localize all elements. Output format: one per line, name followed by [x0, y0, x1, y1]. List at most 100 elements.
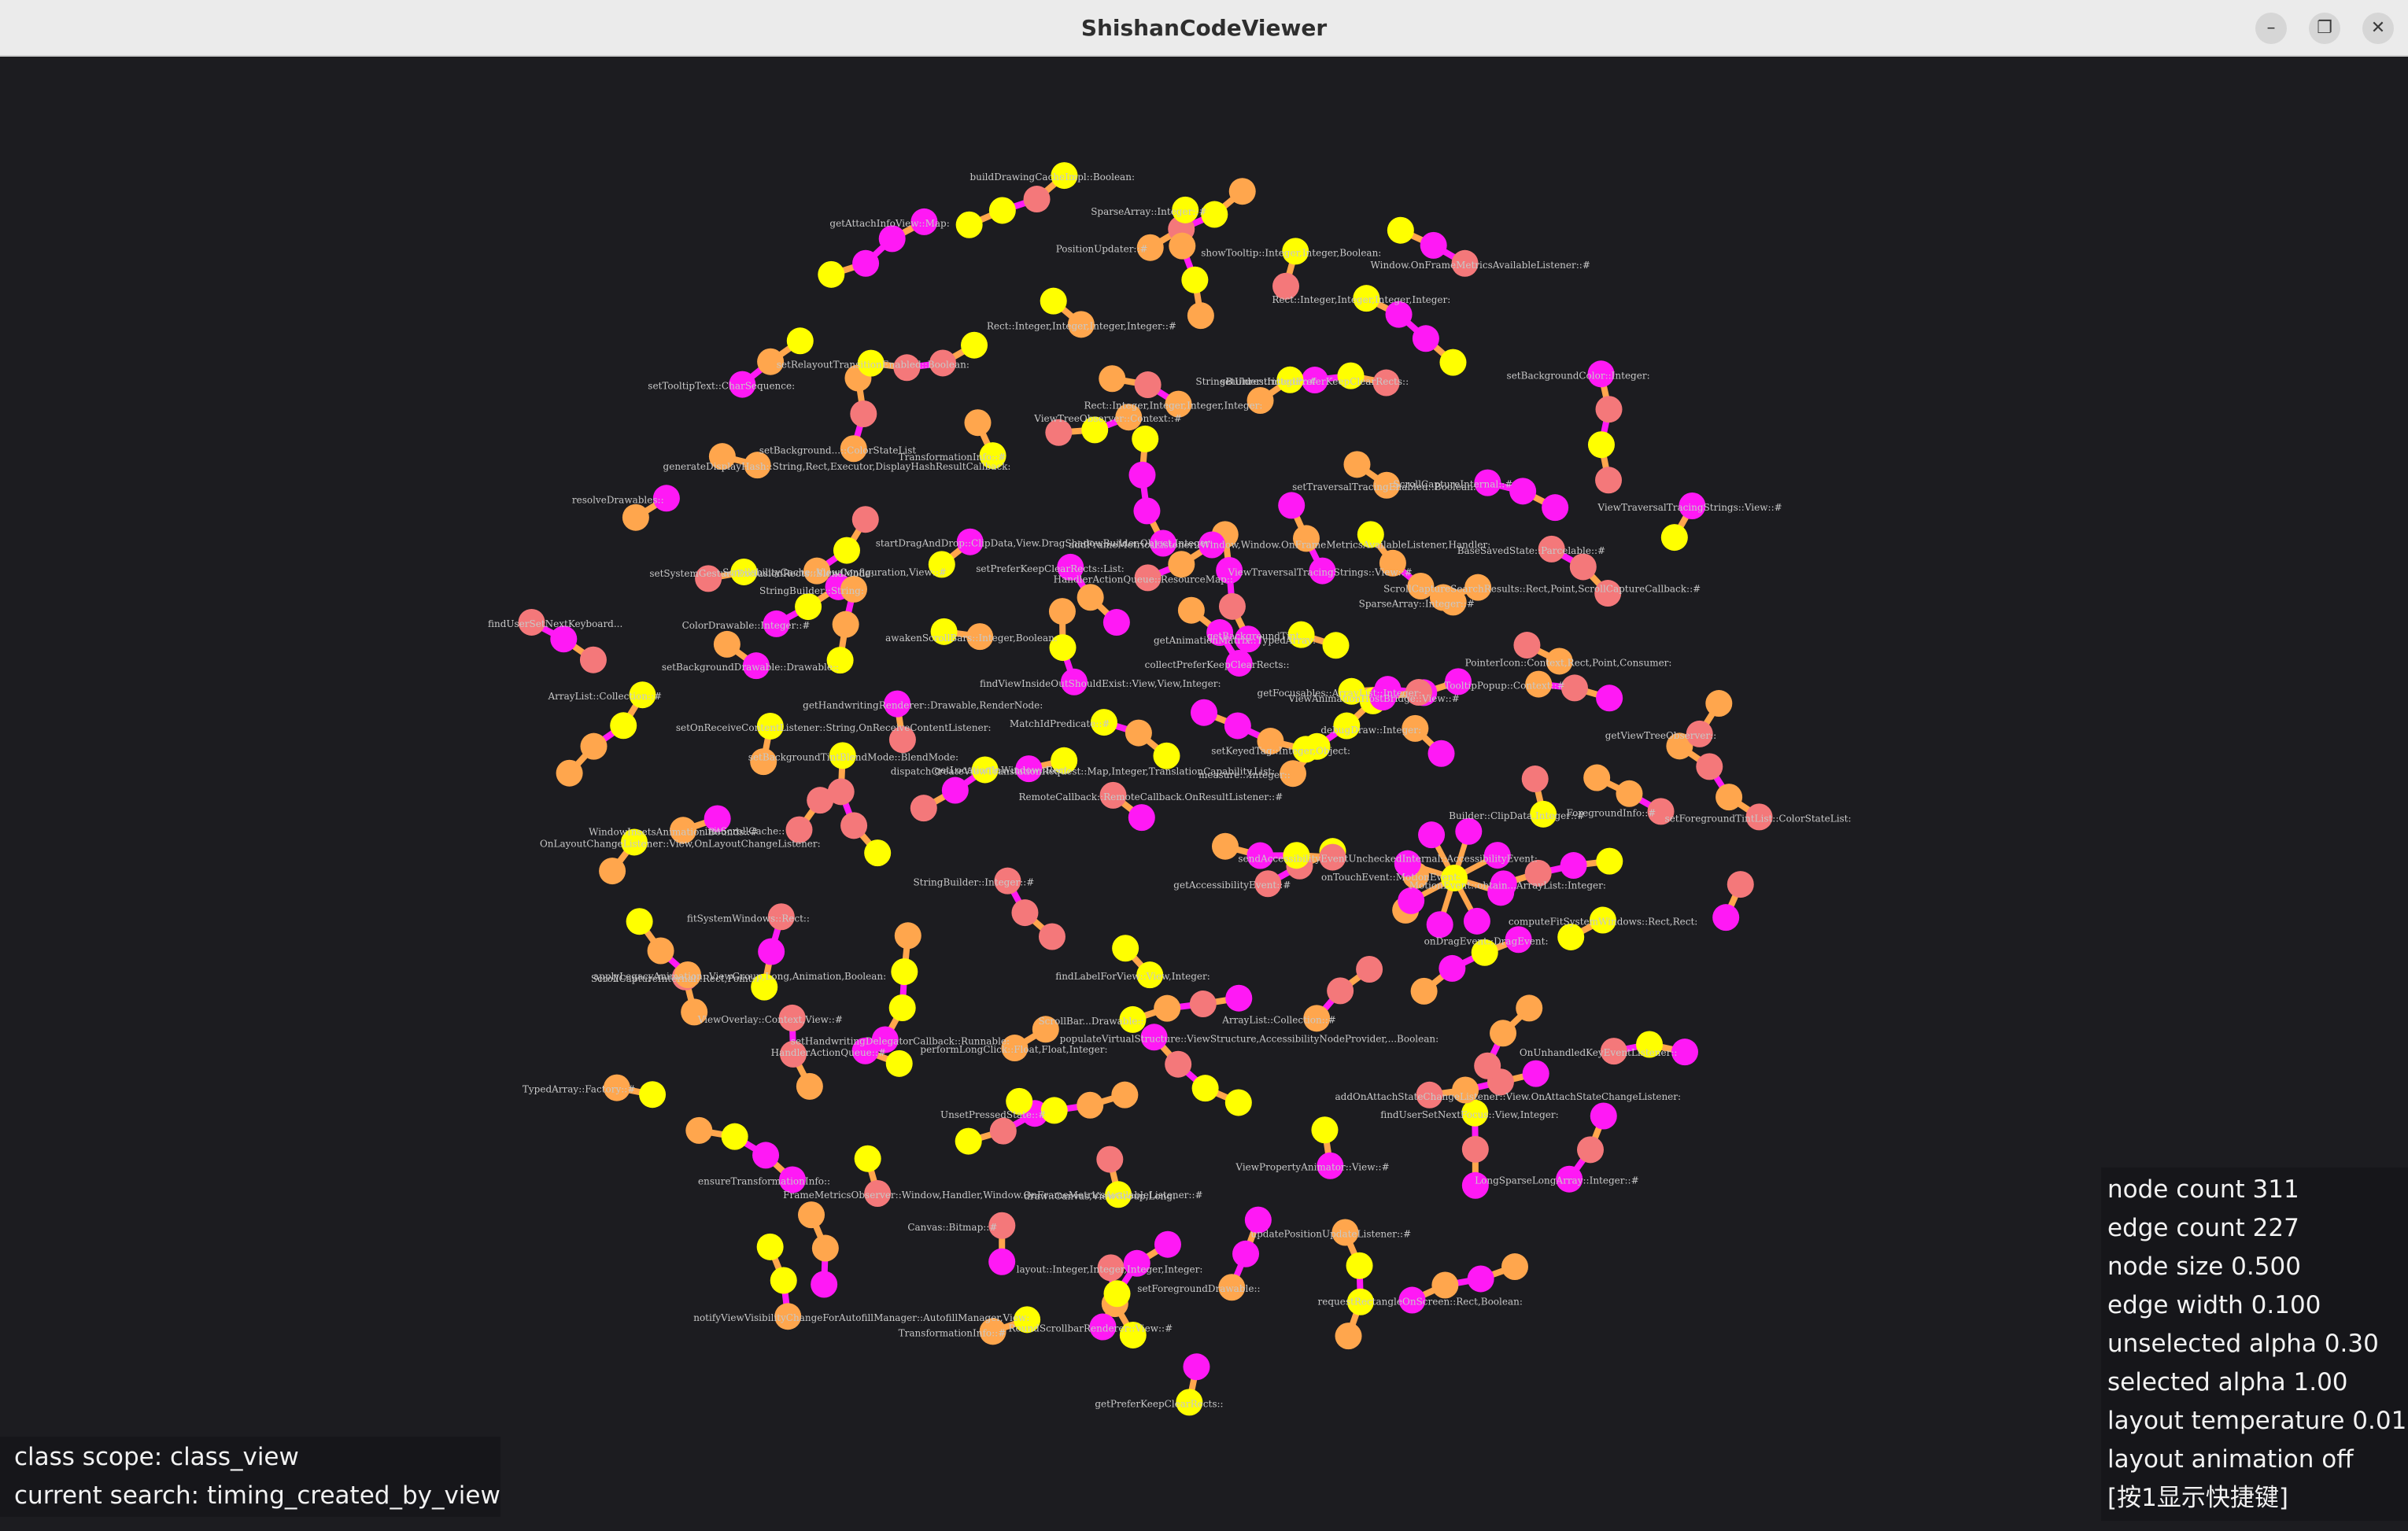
graph-node[interactable]: [1211, 832, 1239, 860]
graph-node[interactable]: [1225, 984, 1253, 1012]
graph-node[interactable]: [1077, 1091, 1104, 1119]
graph-node[interactable]: [1322, 632, 1350, 659]
graph-node[interactable]: [1218, 592, 1246, 620]
graph-node[interactable]: [1596, 684, 1623, 712]
graph-node[interactable]: [1521, 766, 1549, 793]
graph-node[interactable]: [1327, 977, 1354, 1005]
graph-node[interactable]: [1490, 1020, 1517, 1047]
graph-node[interactable]: [840, 812, 868, 839]
graph-node[interactable]: [989, 1117, 1017, 1145]
graph-node[interactable]: [1232, 1240, 1260, 1267]
graph-node[interactable]: [1705, 690, 1733, 718]
graph-node[interactable]: [1418, 821, 1446, 849]
graph-node[interactable]: [1125, 719, 1152, 747]
graph-node[interactable]: [1431, 1271, 1459, 1299]
minimize-button[interactable]: –: [2255, 13, 2287, 44]
graph-node[interactable]: [961, 331, 988, 359]
graph-node[interactable]: [1132, 425, 1159, 452]
graph-node[interactable]: [622, 504, 649, 531]
graph-node[interactable]: [1038, 923, 1066, 950]
graph-node[interactable]: [1577, 1136, 1605, 1164]
graph-node[interactable]: [1346, 1252, 1373, 1279]
graph-node[interactable]: [1596, 847, 1623, 875]
graph-node[interactable]: [1455, 817, 1483, 845]
graph-node[interactable]: [1501, 1253, 1528, 1281]
graph-node[interactable]: [798, 1201, 825, 1229]
graph-node[interactable]: [795, 593, 822, 621]
graph-node[interactable]: [1412, 325, 1439, 352]
graph-node[interactable]: [1154, 994, 1181, 1022]
graph-node[interactable]: [1398, 887, 1425, 914]
graph-node[interactable]: [1660, 524, 1688, 552]
graph-node[interactable]: [1154, 1230, 1181, 1258]
graph-node[interactable]: [1224, 1089, 1252, 1116]
graph-node[interactable]: [1522, 1060, 1549, 1087]
graph-node[interactable]: [1311, 1116, 1339, 1144]
graph-node[interactable]: [580, 732, 608, 760]
graph-node[interactable]: [818, 260, 845, 288]
graph-node[interactable]: [796, 1072, 823, 1100]
graph-node[interactable]: [1509, 478, 1537, 505]
graph-node[interactable]: [1712, 904, 1740, 932]
graph-node[interactable]: [1183, 1353, 1210, 1381]
graph-node[interactable]: [1187, 302, 1214, 330]
graph-node[interactable]: [1461, 1135, 1489, 1163]
graph-node[interactable]: [988, 1248, 1016, 1275]
graph-node[interactable]: [770, 1267, 797, 1294]
graph-node[interactable]: [1542, 494, 1569, 522]
graph-node[interactable]: [647, 937, 674, 965]
graph-node[interactable]: [626, 908, 653, 935]
graph-node[interactable]: [894, 922, 921, 950]
graph-node[interactable]: [833, 537, 860, 564]
graph-node[interactable]: [964, 409, 992, 437]
graph-node[interactable]: [827, 778, 855, 806]
graph-canvas[interactable]: findUserSetNextKeyboard... ScrollBar...Dr…: [0, 58, 2408, 1531]
graph-node[interactable]: [811, 1234, 839, 1262]
graph-node[interactable]: [1463, 907, 1490, 935]
graph-node[interactable]: [1410, 977, 1438, 1005]
graph-node[interactable]: [1583, 764, 1611, 791]
graph-node[interactable]: [1427, 740, 1455, 767]
graph-node[interactable]: [1335, 1323, 1362, 1350]
graph-node[interactable]: [1102, 609, 1130, 636]
graph-node[interactable]: [1165, 1050, 1192, 1078]
graph-node[interactable]: [1023, 186, 1051, 213]
graph-node[interactable]: [1189, 991, 1217, 1018]
graph-node[interactable]: [756, 1233, 784, 1260]
graph-node[interactable]: [885, 1050, 913, 1077]
maximize-button[interactable]: ❐: [2309, 13, 2340, 44]
graph-node[interactable]: [1587, 431, 1615, 459]
graph-node[interactable]: [888, 994, 916, 1021]
graph-node[interactable]: [864, 839, 892, 867]
graph-node[interactable]: [1191, 699, 1218, 726]
graph-node[interactable]: [878, 225, 906, 253]
graph-node[interactable]: [1111, 1081, 1139, 1109]
graph-node[interactable]: [556, 759, 583, 787]
graph-node[interactable]: [955, 1127, 982, 1155]
graph-node[interactable]: [685, 1116, 713, 1144]
graph-node[interactable]: [850, 400, 877, 427]
graph-node[interactable]: [1439, 349, 1467, 376]
graph-node[interactable]: [1096, 1145, 1124, 1173]
graph-node[interactable]: [1716, 784, 1743, 811]
graph-node[interactable]: [1112, 935, 1139, 962]
graph-node[interactable]: [599, 858, 626, 885]
graph-node[interactable]: [1439, 954, 1466, 982]
graph-node[interactable]: [721, 1123, 748, 1150]
graph-node[interactable]: [1557, 923, 1585, 950]
graph-svg[interactable]: findUserSetNextKeyboard... ScrollBar...Dr…: [0, 58, 2408, 1531]
close-button[interactable]: ✕: [2362, 13, 2394, 44]
graph-node[interactable]: [579, 646, 607, 673]
graph-node[interactable]: [1513, 632, 1541, 659]
graph-node[interactable]: [1387, 216, 1414, 244]
graph-node[interactable]: [1569, 553, 1597, 581]
graph-node[interactable]: [1560, 674, 1588, 702]
graph-node[interactable]: [1343, 451, 1371, 478]
graph-node[interactable]: [1133, 497, 1161, 525]
graph-node[interactable]: [786, 327, 814, 355]
graph-node[interactable]: [1128, 804, 1155, 832]
graph-node[interactable]: [1616, 780, 1643, 807]
graph-node[interactable]: [891, 958, 918, 986]
graph-node[interactable]: [988, 197, 1016, 224]
graph-node[interactable]: [1595, 467, 1623, 494]
